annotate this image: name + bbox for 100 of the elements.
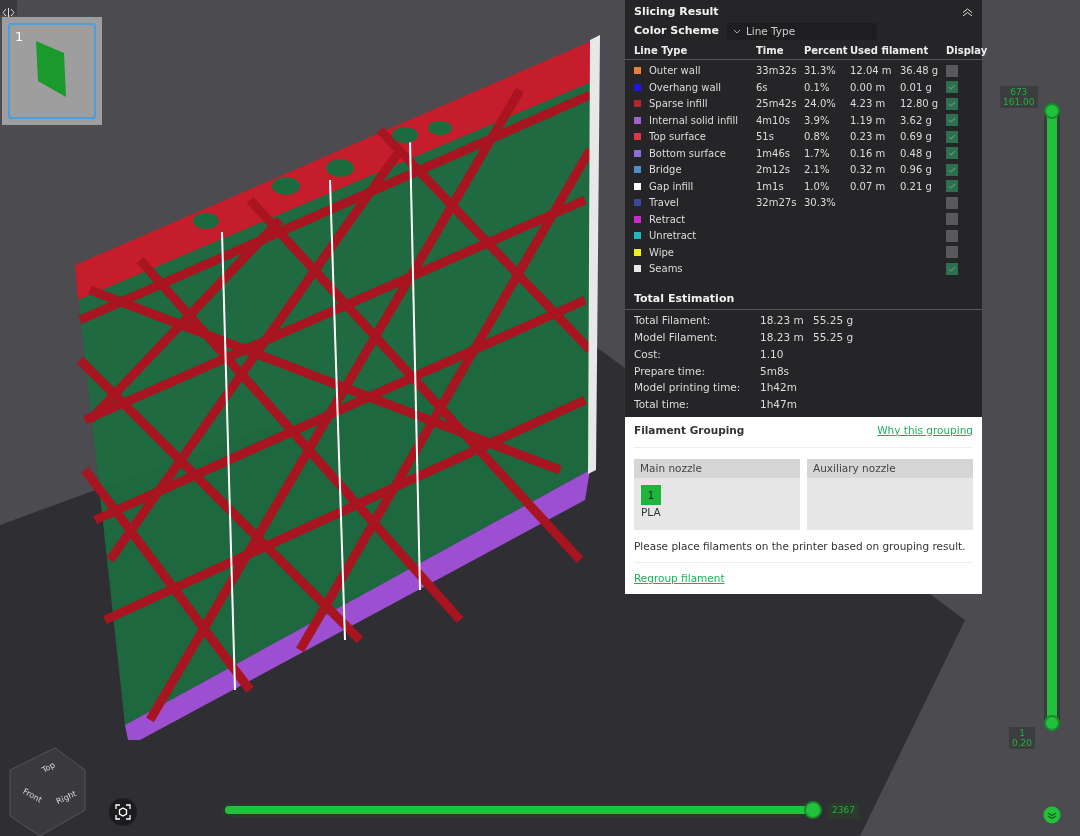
table-cell-text: 24.0% <box>804 97 837 111</box>
estimate-label: Model printing time: <box>634 380 742 396</box>
top-layer-height: 161.00 <box>1003 97 1035 107</box>
line-type-name: Bottom surface <box>649 146 726 161</box>
table-cell-text: 30.3% <box>804 196 837 210</box>
display-checkbox[interactable] <box>946 213 958 225</box>
why-grouping-link[interactable]: Why this grouping <box>877 422 973 439</box>
estimate-value: 1.10 <box>760 346 785 362</box>
filament-chip[interactable]: 1 <box>641 485 661 506</box>
column-header: Display <box>946 44 988 59</box>
table-cell-text: 1.19 m <box>850 113 887 128</box>
move-reading: 2367 <box>828 803 859 819</box>
display-checkbox[interactable] <box>946 97 958 110</box>
line-type-name: Travel <box>649 196 679 210</box>
section-title: Filament Grouping <box>634 422 745 438</box>
table-cell-text: 3.9% <box>804 113 831 128</box>
line-type-name: Bridge <box>649 163 682 177</box>
display-checkbox[interactable] <box>946 130 958 143</box>
view-cube-label: Top <box>39 759 58 777</box>
line-type-name: Overhang wall <box>649 80 722 95</box>
estimate-label: Total Filament: <box>634 313 712 329</box>
bottom-layer-number: 1 <box>1018 728 1026 738</box>
estimate-value: 1h42m <box>760 380 798 396</box>
view-cube-label: Right <box>54 788 79 808</box>
line-type-name: Gap infill <box>649 179 694 194</box>
table-cell-text: 31.3% <box>804 64 837 78</box>
top-layer-number: 673 <box>1009 87 1029 97</box>
table-cell-text: 2m12s <box>756 163 792 177</box>
display-checkbox[interactable] <box>946 163 958 176</box>
table-cell-text: 0.8% <box>804 130 831 144</box>
move-slider-track[interactable] <box>222 803 822 817</box>
reset-view-icon <box>115 804 131 820</box>
table-cell-text: 2.1% <box>804 163 831 177</box>
plate-number: 1 <box>15 28 24 46</box>
display-checkbox[interactable] <box>946 114 958 126</box>
table-cell-text: 0.1% <box>804 80 831 95</box>
table-cell-text: 33m32s <box>756 64 798 78</box>
regroup-filament-link[interactable]: Regroup filament <box>634 571 725 587</box>
line-type-name: Outer wall <box>649 64 701 78</box>
panel-title: Slicing Result <box>634 4 719 20</box>
column-header: Percent <box>804 44 849 59</box>
bottom-layer-height: 0.20 <box>1012 738 1033 748</box>
table-cell-text: 1m1s <box>756 179 785 194</box>
section-title: Total Estimation <box>625 276 982 311</box>
column-header: Used filament <box>850 44 930 59</box>
display-checkbox[interactable] <box>946 229 958 242</box>
estimate-value: 18.23 m <box>760 313 805 329</box>
plate-thumbnail[interactable]: 1 <box>8 23 96 119</box>
table-cell-text: 12.04 m <box>850 64 893 78</box>
column-header: Line Type <box>634 44 689 59</box>
color-scheme-label: Color Scheme <box>634 23 719 40</box>
table-cell-text: 0.69 g <box>900 130 933 144</box>
table-cell-text: 0.00 m <box>850 80 887 95</box>
estimate-label: Total time: <box>634 397 691 412</box>
slider-handle[interactable] <box>1044 103 1060 119</box>
table-cell-text: 25m42s <box>756 97 798 111</box>
estimate-value: 55.25 g <box>813 330 855 345</box>
estimate-label: Model Filament: <box>634 330 719 345</box>
display-checkbox[interactable] <box>946 196 958 209</box>
table-cell-text: 51s <box>756 130 775 144</box>
sidebar-toggle-icon[interactable] <box>0 0 17 15</box>
display-checkbox[interactable] <box>946 262 958 275</box>
nozzle-title: Main nozzle <box>634 458 800 479</box>
line-type-name: Sparse infill <box>649 97 708 111</box>
line-type-name: Wipe <box>649 245 674 260</box>
view-cube[interactable] <box>9 747 86 836</box>
line-type-name: Seams <box>649 262 683 276</box>
display-checkbox[interactable] <box>946 81 958 93</box>
table-cell-text: 12.80 g <box>900 97 940 111</box>
estimate-value: 1h47m <box>760 397 798 412</box>
color-scheme-dropdown[interactable]: Line Type <box>726 22 877 41</box>
display-checkbox[interactable] <box>946 147 958 159</box>
estimate-label: Cost: <box>634 346 662 362</box>
table-cell-text: 1m46s <box>756 146 792 161</box>
table-cell-text: 1.7% <box>804 146 831 161</box>
table-cell-text: 4m10s <box>756 113 792 128</box>
table-cell-text: 1.0% <box>804 179 831 194</box>
collapse-icon[interactable] <box>962 7 973 17</box>
table-cell-text: 3.62 g <box>900 113 933 128</box>
display-checkbox[interactable] <box>946 64 958 77</box>
table-cell-text: 32m27s <box>756 196 798 210</box>
model-preview-icon <box>36 41 66 97</box>
table-cell-text: 36.48 g <box>900 64 940 78</box>
line-type-name: Internal solid infill <box>649 113 739 128</box>
display-checkbox[interactable] <box>946 246 958 258</box>
slider-handle[interactable] <box>1044 715 1060 731</box>
display-checkbox[interactable] <box>946 180 958 192</box>
caret-icon <box>732 28 741 34</box>
table-cell-text: 4.23 m <box>850 97 887 111</box>
table-cell-text: 0.16 m <box>850 146 887 161</box>
estimate-value: 18.23 m <box>760 330 805 345</box>
estimate-value: 5m8s <box>760 363 791 379</box>
line-type-name: Retract <box>649 212 686 227</box>
estimate-label: Prepare time: <box>634 363 706 379</box>
table-cell-text: 6s <box>756 80 769 95</box>
table-cell-text: 0.21 g <box>900 179 933 194</box>
column-header: Time <box>756 44 785 59</box>
table-cell-text: 0.01 g <box>900 80 933 95</box>
table-cell-text: 0.96 g <box>900 163 933 177</box>
line-type-name: Unretract <box>649 229 697 243</box>
